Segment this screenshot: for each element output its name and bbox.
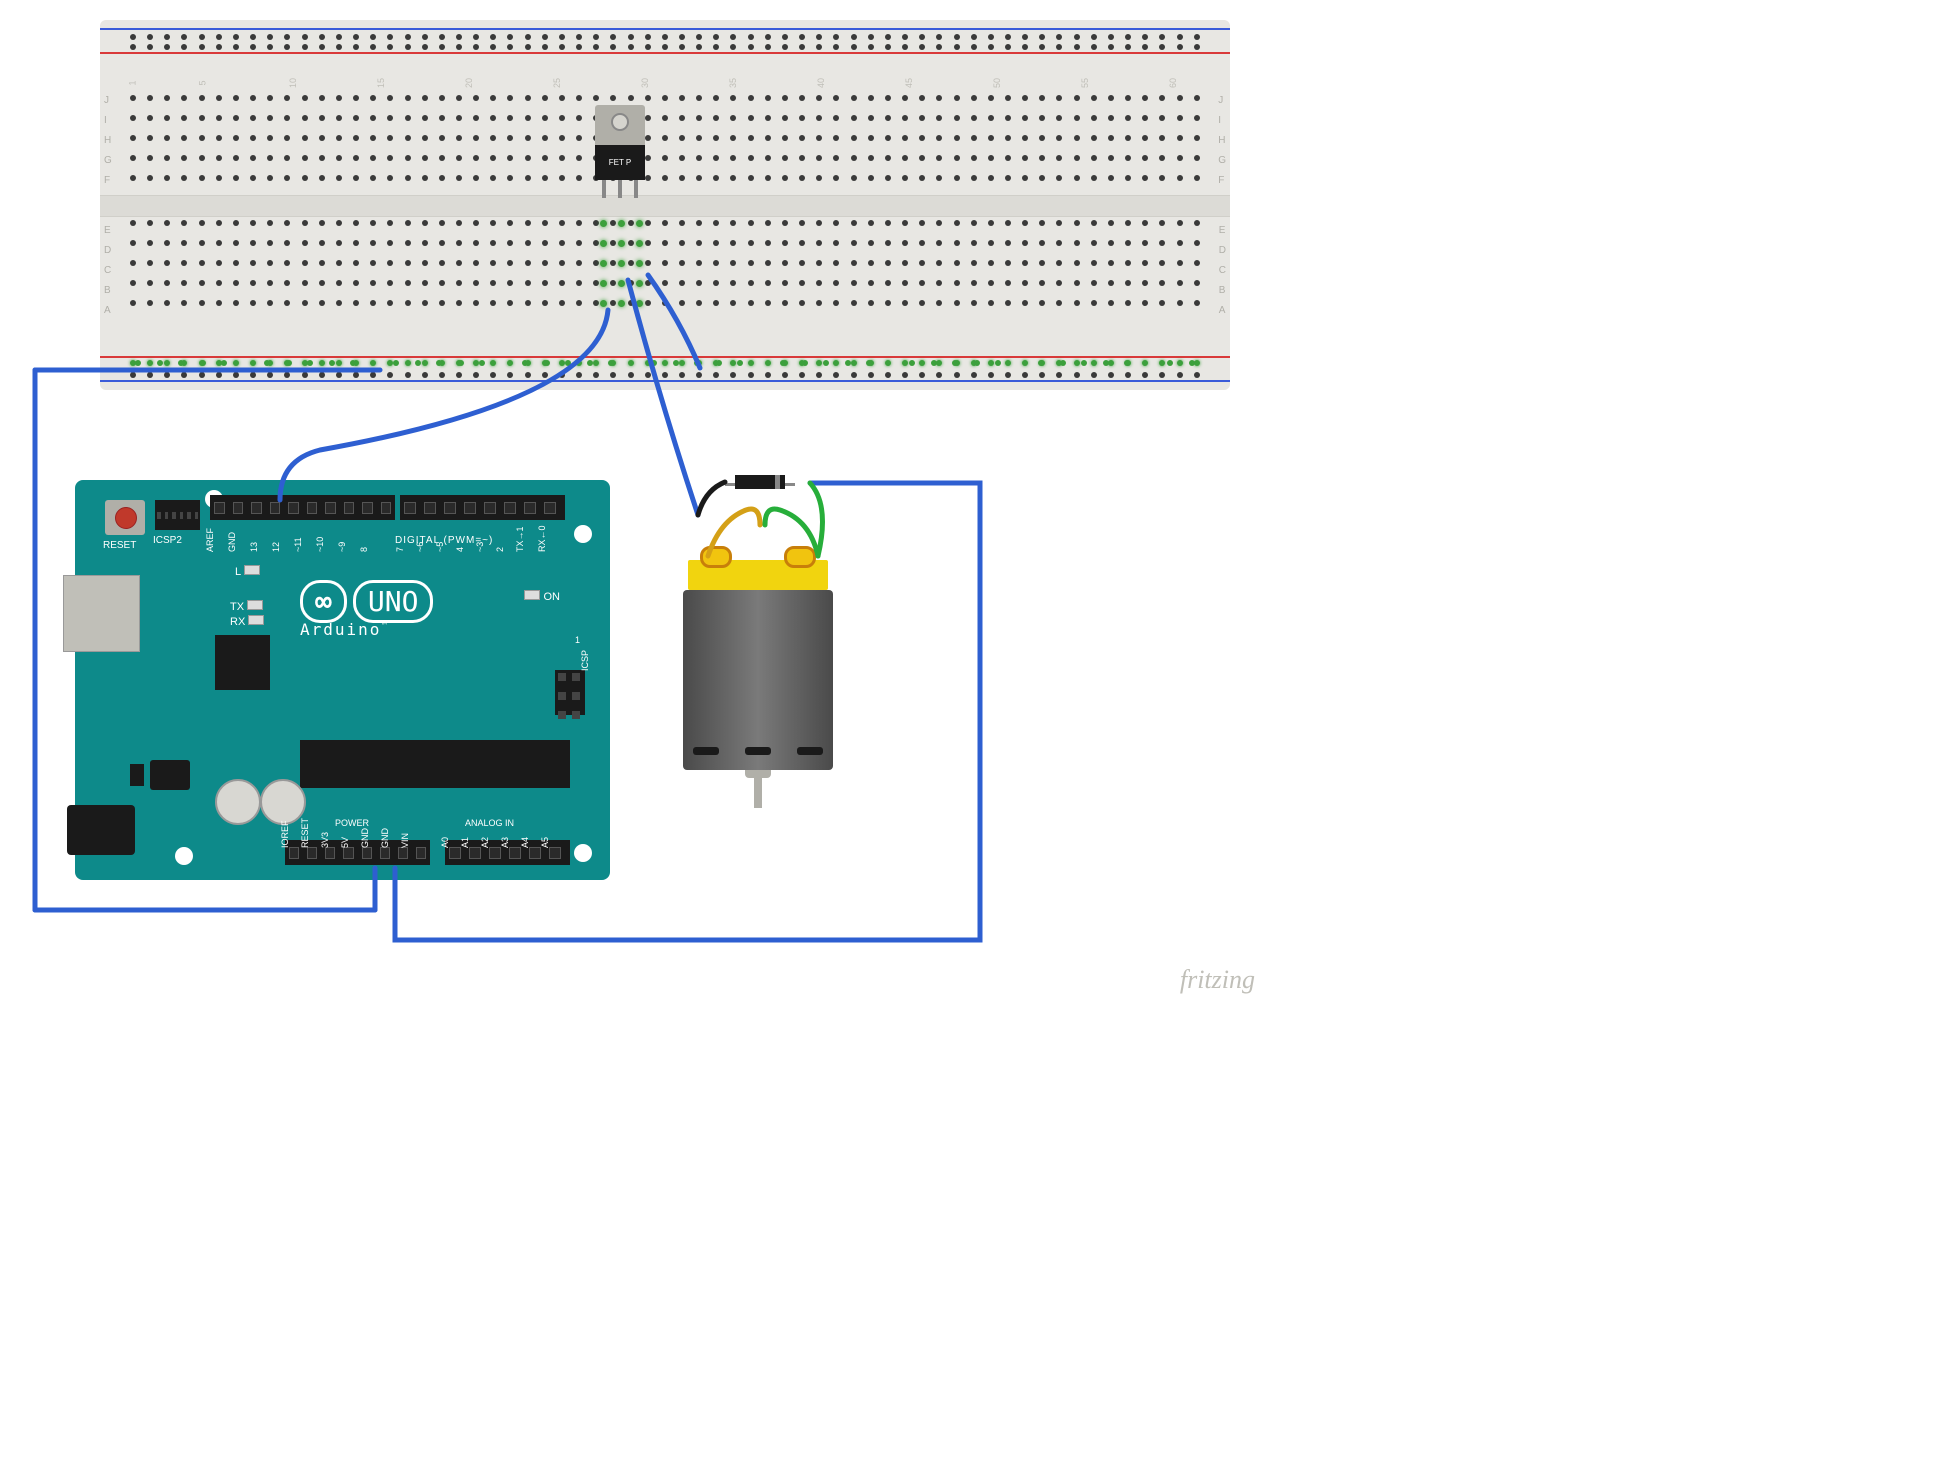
icsp-pin1: 1 <box>575 635 580 645</box>
rx-led-label: RX <box>230 615 264 628</box>
analog-label: ANALOG IN <box>465 818 514 828</box>
mosfet-body: FET P <box>595 145 645 180</box>
icsp2-label: ICSP2 <box>153 535 182 546</box>
mosfet-heatsink-tab <box>595 105 645 145</box>
l-led-label: L <box>235 565 260 578</box>
reset-label: RESET <box>103 540 136 551</box>
icsp2-header <box>155 500 200 530</box>
arduino-brand: Arduino™ <box>300 620 389 639</box>
regulator-icon <box>130 760 200 790</box>
icsp-label: ICSP <box>580 650 590 671</box>
bb-rowlabels-bl: EDCBA <box>100 220 111 320</box>
arduino-logo: ∞UNO <box>300 580 433 623</box>
dc-motor <box>680 560 835 800</box>
bb-col-numbers-top: 1 5 10 15 20 25 30 35 40 45 50 55 60 <box>130 78 1200 90</box>
fritzing-watermark: fritzing <box>1180 965 1255 995</box>
motor-terminal-left <box>700 546 732 568</box>
icsp-header <box>555 670 585 715</box>
power-jack <box>67 805 135 855</box>
motor-terminal-right <box>784 546 816 568</box>
bb-rowlabels-br: EDCBA <box>1215 220 1226 320</box>
reset-button[interactable] <box>105 500 145 535</box>
capacitor-1-icon <box>215 779 261 825</box>
atmega-dip <box>300 740 570 788</box>
on-led-label: ON <box>524 590 560 603</box>
bb-rowlabels-tl: JIHGF <box>100 90 112 190</box>
wire-diode-anode <box>698 482 725 515</box>
chip-icon <box>215 635 270 690</box>
tx-led-label: TX <box>230 600 263 613</box>
flyback-diode <box>725 475 795 489</box>
mosfet-legs <box>590 180 650 198</box>
power-label: POWER <box>335 818 369 828</box>
mosfet-fet-p: FET P <box>590 105 650 195</box>
breadboard: 1 5 10 15 20 25 30 35 40 45 50 55 60 JIH… <box>100 20 1230 390</box>
digital-header-left <box>210 495 395 520</box>
usb-port <box>63 575 140 652</box>
circuit-canvas: 1 5 10 15 20 25 30 35 40 45 50 55 60 JIH… <box>20 20 1260 1000</box>
arduino-uno: RESET ICSP2 ICSP DIGITAL (PWM=~) POWER A… <box>75 480 610 880</box>
digital-header-right <box>400 495 565 520</box>
bb-rowlabels-tr: JIHGF <box>1214 90 1226 190</box>
